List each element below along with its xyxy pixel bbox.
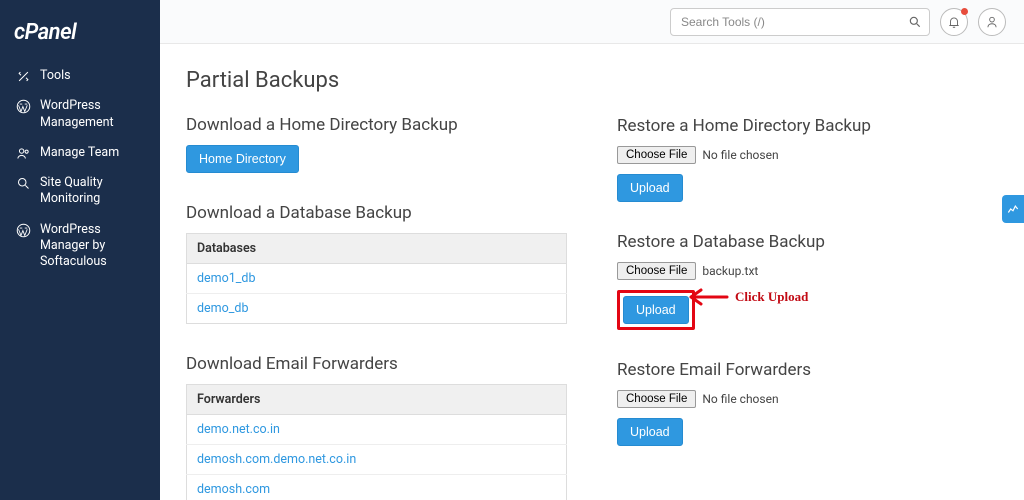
- table-header: Forwarders: [187, 385, 567, 415]
- sidebar-item-manage-team[interactable]: Manage Team: [0, 138, 160, 168]
- upload-button[interactable]: Upload: [617, 174, 683, 202]
- sidebar-item-site-quality[interactable]: Site Quality Monitoring: [0, 168, 160, 215]
- callout-annotation: Click Upload: [689, 286, 808, 308]
- sidebar-item-label: WordPress Manager by Softaculous: [40, 222, 146, 271]
- forwarder-link[interactable]: demo.net.co.in: [197, 422, 280, 437]
- databases-table: Databases demo1_db demo_db: [186, 233, 567, 324]
- database-link[interactable]: demo_db: [197, 301, 248, 316]
- forwarders-table: Forwarders demo.net.co.in demosh.com.dem…: [186, 384, 567, 500]
- sidebar-item-label: Site Quality Monitoring: [40, 175, 146, 208]
- brand-logo: cPanel: [0, 12, 160, 61]
- restore-forwarders-section: Restore Email Forwarders Choose File No …: [617, 360, 998, 446]
- upload-button[interactable]: Upload: [617, 418, 683, 446]
- choose-file-button[interactable]: Choose File: [617, 146, 696, 164]
- file-status-text: backup.txt: [702, 264, 758, 278]
- left-column: Partial Backups Download a Home Director…: [186, 68, 567, 500]
- choose-file-button[interactable]: Choose File: [617, 390, 696, 408]
- sidebar-item-label: WordPress Management: [40, 98, 146, 131]
- database-link[interactable]: demo1_db: [197, 271, 256, 286]
- table-row: demo_db: [187, 294, 567, 324]
- section-title: Download Email Forwarders: [186, 354, 567, 374]
- table-row: demo.net.co.in: [187, 415, 567, 445]
- search-input[interactable]: [670, 8, 930, 36]
- download-forwarders-section: Download Email Forwarders Forwarders dem…: [186, 354, 567, 500]
- callout-text: Click Upload: [735, 289, 808, 305]
- sidebar: cPanel Tools WordPress Management Manage…: [0, 0, 160, 500]
- table-row: demo1_db: [187, 264, 567, 294]
- restore-home-dir-section: Restore a Home Directory Backup Choose F…: [617, 116, 998, 202]
- sidebar-item-wordpress-manager[interactable]: WordPress Manager by Softaculous: [0, 215, 160, 278]
- download-home-dir-section: Download a Home Directory Backup Home Di…: [186, 115, 567, 173]
- table-row: demosh.com.demo.net.co.in: [187, 445, 567, 475]
- notification-dot-icon: [961, 8, 968, 15]
- choose-file-button[interactable]: Choose File: [617, 262, 696, 280]
- table-header: Databases: [187, 234, 567, 264]
- arrow-left-icon: [689, 286, 729, 308]
- table-row: demosh.com: [187, 475, 567, 500]
- section-title: Download a Home Directory Backup: [186, 115, 567, 135]
- forwarder-link[interactable]: demosh.com: [197, 482, 270, 497]
- file-status-text: No file chosen: [702, 148, 778, 162]
- upload-button[interactable]: Upload: [623, 296, 689, 324]
- right-column: Restore a Home Directory Backup Choose F…: [617, 68, 998, 500]
- notifications-button[interactable]: [940, 8, 968, 36]
- section-title: Download a Database Backup: [186, 203, 567, 223]
- restore-database-section: Restore a Database Backup Choose File ba…: [617, 232, 998, 330]
- topbar: [160, 0, 1024, 44]
- forwarder-link[interactable]: demosh.com.demo.net.co.in: [197, 452, 356, 467]
- section-title: Restore a Home Directory Backup: [617, 116, 998, 136]
- search-wrap: [670, 8, 930, 36]
- home-directory-button[interactable]: Home Directory: [186, 145, 299, 173]
- download-database-section: Download a Database Backup Databases dem…: [186, 203, 567, 324]
- account-button[interactable]: [978, 8, 1006, 36]
- section-title: Restore Email Forwarders: [617, 360, 998, 380]
- tools-icon: [14, 69, 32, 84]
- wordpress-icon: [14, 223, 32, 238]
- side-tab-button[interactable]: [1002, 195, 1024, 223]
- upload-highlight: Upload: [617, 290, 695, 330]
- file-chooser-row: Choose File No file chosen: [617, 146, 998, 164]
- section-title: Restore a Database Backup: [617, 232, 998, 252]
- monitor-icon: [14, 176, 32, 191]
- file-status-text: No file chosen: [702, 392, 778, 406]
- sidebar-item-tools[interactable]: Tools: [0, 61, 160, 91]
- team-icon: [14, 146, 32, 161]
- page-title: Partial Backups: [186, 68, 567, 93]
- search-icon[interactable]: [906, 13, 924, 31]
- main-content: Partial Backups Download a Home Director…: [160, 44, 1024, 500]
- wordpress-icon: [14, 99, 32, 114]
- sidebar-item-label: Tools: [40, 68, 71, 84]
- sidebar-item-wordpress-management[interactable]: WordPress Management: [0, 91, 160, 138]
- content-area: Partial Backups Download a Home Director…: [160, 0, 1024, 500]
- file-chooser-row: Choose File No file chosen: [617, 390, 998, 408]
- file-chooser-row: Choose File backup.txt: [617, 262, 998, 280]
- sidebar-item-label: Manage Team: [40, 145, 119, 161]
